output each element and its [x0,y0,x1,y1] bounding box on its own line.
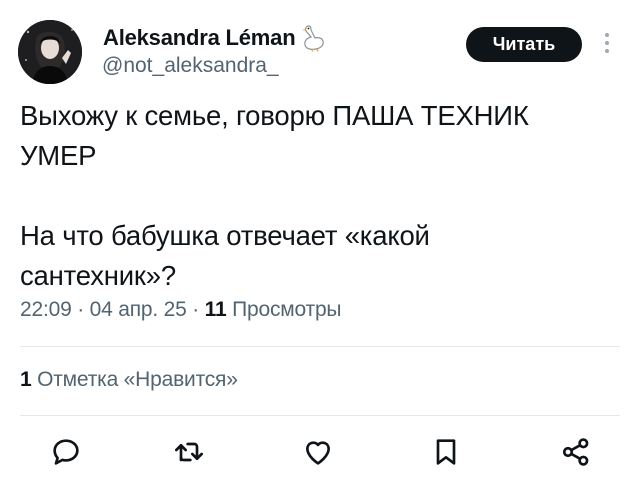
reply-icon [53,439,79,465]
retweet-button[interactable] [169,432,209,472]
tweet-time[interactable]: 22:09 [20,298,72,321]
goose-emoji-icon [302,25,325,52]
bookmark-button[interactable] [426,432,466,472]
meta-separator: · [192,298,200,321]
like-button[interactable] [298,432,338,472]
retweet-icon [175,442,203,462]
follow-button[interactable]: Читать [466,27,582,62]
author-handle[interactable]: @not_aleksandra_ [102,54,279,78]
divider [20,415,620,416]
reply-button[interactable] [46,432,86,472]
tweet-text: Выхожу к семье, говорю ПАША ТЕХНИК УМЕР … [20,100,529,291]
views-count: 11 [204,298,227,321]
avatar[interactable] [18,20,82,84]
bookmark-icon [436,439,456,465]
action-bar [0,432,640,472]
share-button[interactable] [556,432,596,472]
views-label: Просмотры [232,298,342,321]
likes-summary[interactable]: 1 Отметка «Нравится» [20,368,238,392]
more-vertical-icon[interactable] [603,33,611,59]
meta-separator: · [77,298,84,321]
divider [20,346,620,347]
tweet-meta: 22:09 · 04 апр. 25 · 11 Просмотры [20,298,342,322]
likes-count: 1 [20,368,32,391]
tweet-date[interactable]: 04 апр. 25 [90,298,187,321]
share-icon [562,438,589,466]
author-name[interactable]: Aleksandra Léman [103,25,296,51]
like-icon [306,441,330,465]
likes-label: Отметка «Нравится» [37,368,238,391]
